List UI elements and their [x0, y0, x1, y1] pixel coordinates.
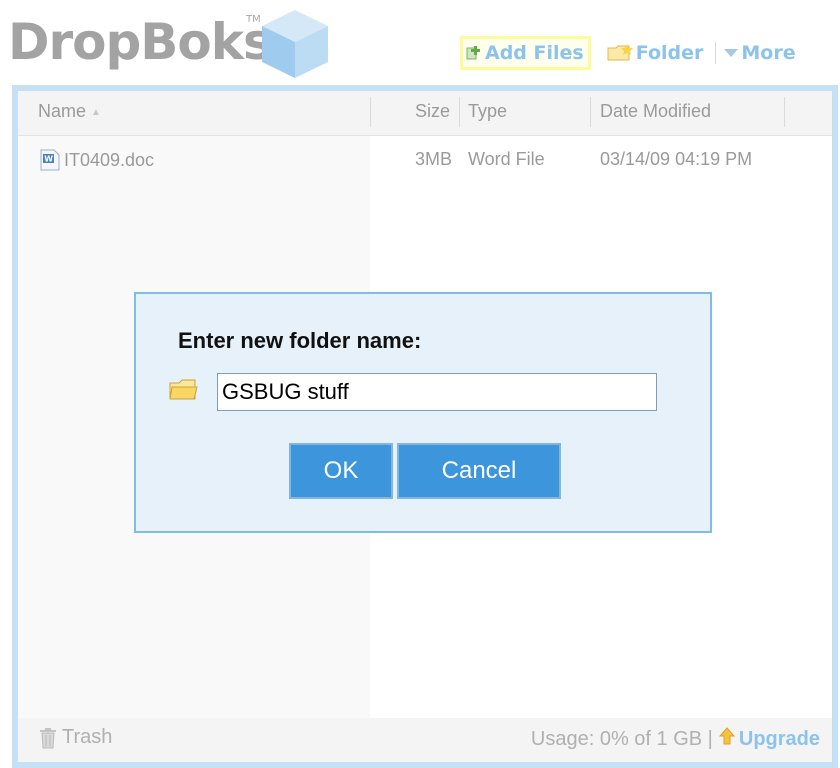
add-files-label: Add Files	[485, 42, 584, 64]
column-divider	[459, 97, 460, 127]
column-type-header[interactable]: Type	[468, 101, 507, 122]
column-divider	[590, 97, 591, 127]
column-header-row: Name ▲ Size Type Date Modified	[18, 91, 832, 136]
column-divider	[784, 97, 785, 127]
upgrade-arrow-icon	[718, 727, 735, 751]
trash-icon	[40, 727, 56, 748]
add-files-button[interactable]: Add Files	[460, 36, 591, 70]
toolbar-divider	[715, 42, 717, 64]
add-files-icon	[466, 46, 480, 60]
more-label: More	[741, 42, 796, 64]
dialog-title: Enter new folder name:	[178, 328, 422, 353]
toolbar: Add Files Folder More	[460, 36, 796, 70]
table-row[interactable]: W IT0409.doc 3MB Word File 03/14/09 04:1…	[18, 143, 832, 173]
file-type: Word File	[468, 149, 545, 169]
column-date-header[interactable]: Date Modified	[600, 101, 711, 122]
trash-link[interactable]: Trash	[38, 726, 112, 749]
file-name: IT0409.doc	[64, 149, 155, 170]
dropbox-cube-icon	[262, 10, 328, 78]
cancel-button[interactable]: Cancel	[397, 443, 561, 499]
column-size-header[interactable]: Size	[415, 101, 450, 122]
word-doc-icon: W	[40, 149, 60, 171]
upgrade-link[interactable]: Upgrade	[739, 728, 820, 751]
trash-label: Trash	[62, 726, 113, 748]
folder-plus-icon	[607, 44, 633, 61]
ok-button[interactable]: OK	[289, 443, 393, 499]
new-folder-button[interactable]: Folder	[607, 42, 704, 64]
column-divider	[370, 97, 371, 127]
new-folder-dialog: Enter new folder name: OK Cancel	[134, 292, 712, 533]
folder-label: Folder	[635, 42, 704, 64]
file-size: 3MB	[415, 149, 453, 169]
app-logo-text: DropBoks	[8, 13, 273, 71]
folder-name-input[interactable]	[217, 373, 657, 411]
folder-icon	[169, 379, 198, 400]
file-date-modified: 03/14/09 04:19 PM	[600, 149, 753, 169]
usage-info: Usage: 0% of 1 GB | Upgrade	[531, 727, 820, 751]
sort-asc-icon: ▲	[91, 106, 101, 118]
more-menu-button[interactable]: More	[724, 42, 796, 64]
svg-text:W: W	[44, 155, 53, 164]
status-bar: Trash Usage: 0% of 1 GB | Upgrade	[18, 718, 832, 762]
chevron-down-icon	[724, 49, 739, 57]
usage-text: Usage: 0% of 1 GB |	[530, 727, 713, 750]
column-name-header[interactable]: Name ▲	[38, 101, 101, 122]
